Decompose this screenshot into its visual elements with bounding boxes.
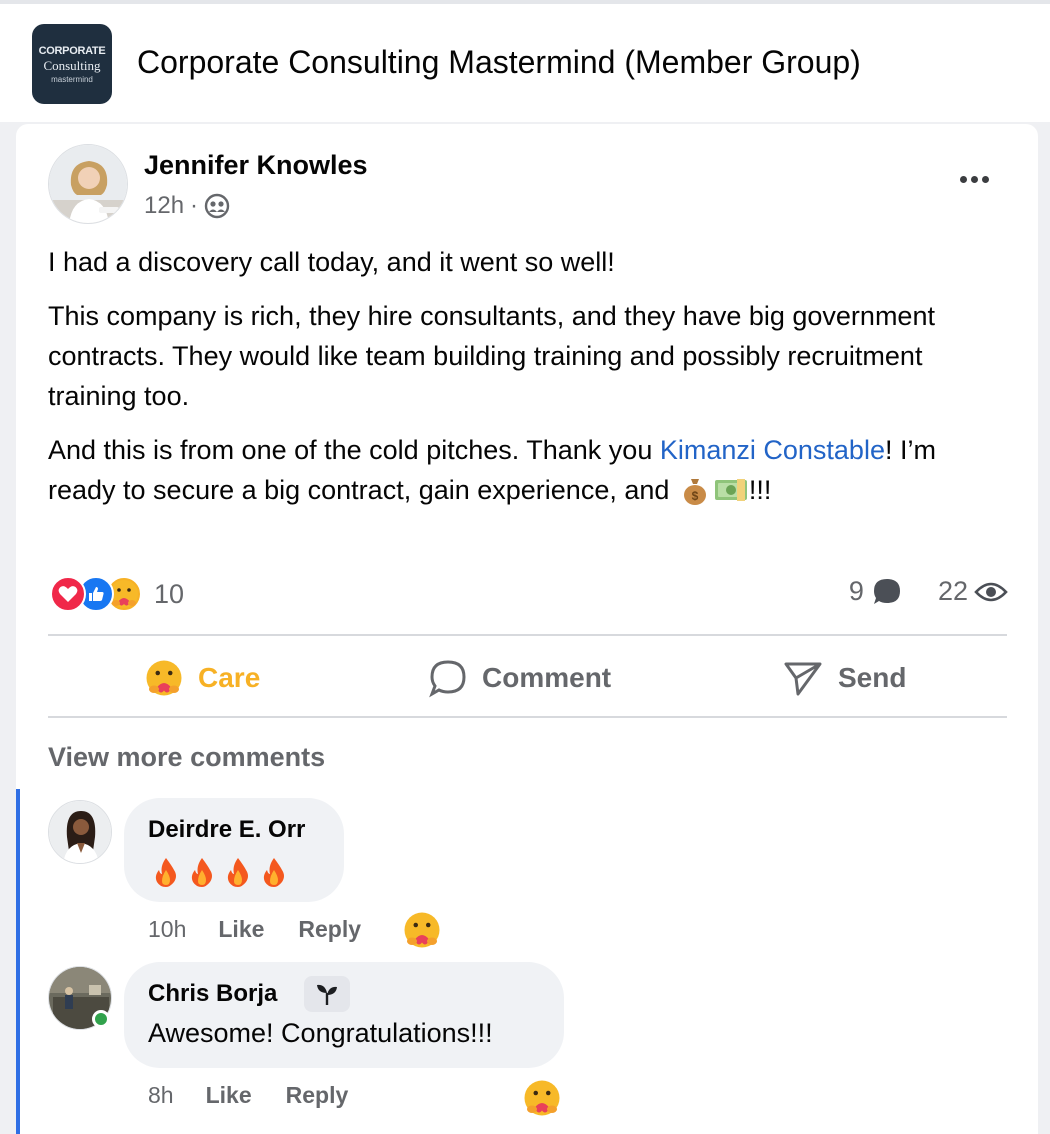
care-label: Care [198,662,261,693]
comment-bubble-icon [870,577,904,607]
group-logo[interactable]: CORPORATE Consulting mastermind [32,24,112,104]
send-icon [782,658,824,698]
post-paragraph-1: I had a discovery call today, and it wen… [48,247,615,277]
comment-reply-button[interactable]: Reply [298,916,361,943]
comment-meta: 8h Like Reply [148,1082,348,1109]
comment-icon [428,658,468,698]
view-count: 22 [937,576,968,606]
group-logo-text-1: CORPORATE [38,44,106,57]
comment-button[interactable]: Comment [428,654,611,702]
comment-thread-indicator [16,789,20,1134]
svg-text:$: $ [692,489,699,503]
divider-top [48,634,1007,636]
commenter-name[interactable]: Chris Borja [148,980,277,1008]
dollar-bills-icon [713,474,749,514]
fire-icon [227,858,248,887]
comment-reply-button[interactable]: Reply [286,1082,349,1109]
p3-text-before: And this is from one of the cold pitches… [48,435,660,465]
care-reaction-icon[interactable] [402,910,442,955]
money-bag-icon: $ [681,475,709,516]
post-author-name[interactable]: Jennifer Knowles [144,150,368,181]
reaction-count[interactable]: 10 [154,579,184,610]
comment-like-button[interactable]: Like [218,916,264,943]
group-logo-text-2: Consulting [43,57,101,73]
fire-icon [155,858,176,887]
care-reaction-icon[interactable] [522,1078,562,1123]
post-paragraph-3: And this is from one of the cold pitches… [48,430,1008,516]
more-dot-icon [981,175,989,183]
fire-icon [191,858,212,887]
comment-time[interactable]: 8h [148,1082,174,1109]
fire-icon [263,858,284,887]
comment-count: 9 [848,576,864,606]
view-more-comments-link[interactable]: View more comments [48,742,325,773]
send-button[interactable]: Send [782,654,906,702]
post-body: I had a discovery call today, and it wen… [48,242,1008,530]
view-count-stat[interactable]: 22 [938,576,1008,607]
mention-link[interactable]: Kimanzi Constable [660,435,885,465]
more-dot-icon [970,175,978,183]
post-time[interactable]: 12h [144,192,184,220]
comment-text-emoji [150,856,290,888]
seedling-icon[interactable] [304,976,350,1012]
comment-time[interactable]: 10h [148,916,186,943]
divider-bottom [48,716,1007,718]
more-dot-icon [959,175,967,183]
post-card: Jennifer Knowles 12h · I had a discovery… [16,124,1038,1134]
group-title[interactable]: Corporate Consulting Mastermind (Member … [137,44,861,81]
comment-like-button[interactable]: Like [206,1082,252,1109]
comment-count-stat[interactable]: 9 [849,576,904,607]
comment-label: Comment [482,662,612,693]
meta-separator: · [190,192,199,219]
commenter-name[interactable]: Deirdre E. Orr [148,816,305,844]
group-header: CORPORATE Consulting mastermind Corporat… [0,0,1050,122]
comment-meta: 10h Like Reply [148,916,361,943]
commenter-avatar[interactable] [48,800,112,864]
post-paragraph-2: This company is rich, they hire consulta… [48,301,935,411]
p3-text-end: !!! [748,475,772,505]
care-button[interactable]: Care [144,654,260,702]
reactions-summary[interactable]: 10 [50,574,184,614]
comment-text: Awesome! Congratulations!!! [148,1018,493,1048]
post-stats: 9 22 [849,576,1008,607]
post-meta: 12h · [144,192,230,220]
love-reaction-icon [50,576,86,612]
send-label: Send [838,662,907,693]
care-icon [144,658,184,698]
group-logo-text-3: mastermind [51,74,93,84]
online-status-indicator [92,1010,110,1028]
author-avatar[interactable] [48,144,128,224]
more-options-button[interactable] [952,164,996,194]
group-icon [204,193,230,219]
eye-icon [974,580,1008,604]
